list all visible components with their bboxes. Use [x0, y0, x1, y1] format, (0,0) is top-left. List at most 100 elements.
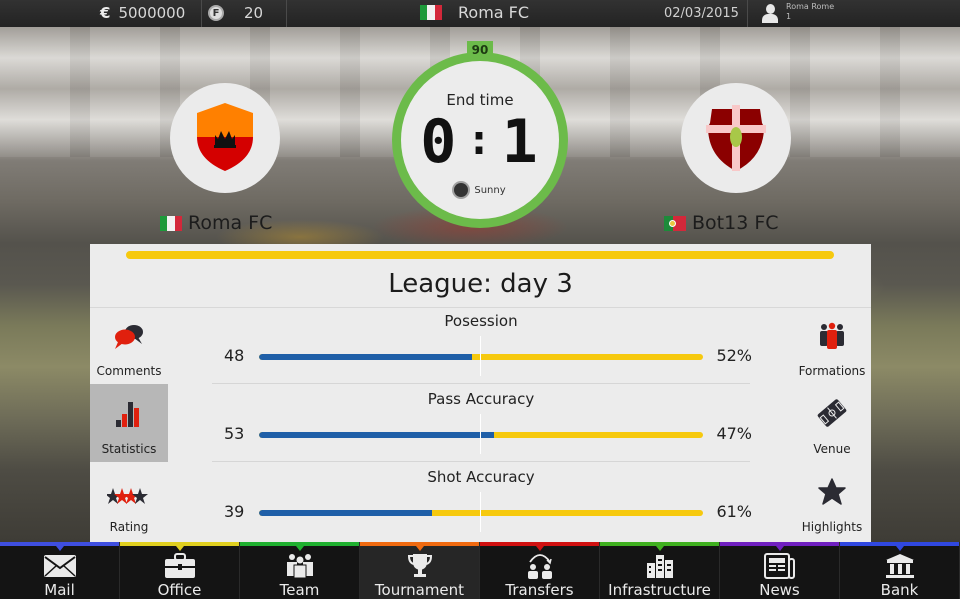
- trophy-icon: [402, 552, 438, 580]
- nav-item-infrastructure[interactable]: Infrastructure: [600, 542, 720, 599]
- fans-value: 20: [244, 4, 264, 22]
- stat-row: Shot Accuracy 39 61%: [212, 462, 752, 540]
- briefcase-icon: [162, 552, 198, 580]
- club-name: Roma FC: [458, 3, 530, 22]
- nav-item-mail[interactable]: Mail: [0, 542, 120, 599]
- nav-label: Infrastructure: [608, 581, 711, 599]
- nav-label: Office: [157, 581, 202, 599]
- stat-title: Shot Accuracy: [427, 468, 535, 486]
- divider: [201, 0, 202, 27]
- divider: [747, 0, 748, 27]
- stat-row: Posession 48 52%: [212, 306, 752, 384]
- portugal-flag-icon: [664, 215, 686, 231]
- stat-home-value: 53: [224, 424, 245, 443]
- user-name: Roma Rome: [786, 2, 835, 11]
- stat-midline: [480, 414, 481, 454]
- stat-bar-home-fill: [259, 510, 433, 516]
- score-separator: :: [466, 115, 494, 164]
- weather-label: Sunny: [474, 184, 506, 196]
- score: 0:1: [401, 107, 559, 177]
- nav-item-office[interactable]: Office: [120, 542, 240, 599]
- league-title: League: day 3: [388, 269, 573, 299]
- transfers-icon: [522, 552, 558, 580]
- buildings-icon: [642, 552, 678, 580]
- nav-item-transfers[interactable]: Transfers: [480, 542, 600, 599]
- nav-notch: [415, 546, 424, 551]
- pitch-icon: [817, 399, 847, 427]
- nav-label: News: [759, 581, 800, 599]
- nav-item-bank[interactable]: Bank: [840, 542, 960, 599]
- nav-label: Mail: [44, 581, 75, 599]
- stat-bar-home-fill: [259, 432, 495, 438]
- speech-bubbles-icon: [115, 325, 143, 349]
- stat-bar: [259, 354, 703, 360]
- newspaper-icon: [762, 552, 798, 580]
- nav-label: Tournament: [374, 581, 465, 599]
- players-icon: [820, 322, 844, 349]
- nav-item-news[interactable]: News: [720, 542, 840, 599]
- away-team-crest[interactable]: [681, 83, 791, 193]
- fans-coin-icon: F: [208, 5, 224, 21]
- stat-title: Posession: [444, 312, 518, 330]
- stat-away-value: 52%: [716, 346, 752, 365]
- bar-chart-icon: [116, 402, 139, 427]
- home-team-name: Roma FC: [160, 212, 272, 234]
- italy-flag-icon: [420, 5, 442, 20]
- stat-bar-home-fill: [259, 354, 473, 360]
- away-score: 1: [501, 107, 540, 177]
- bot13-shield-icon: [706, 105, 766, 171]
- bank-icon: [882, 552, 918, 580]
- stars-icon: [107, 488, 148, 504]
- match-minute: 90: [467, 41, 493, 59]
- sun-icon: [454, 183, 469, 197]
- menu-comments[interactable]: Comments: [90, 306, 168, 384]
- bottom-nav: Mail Office Team Tournament Transfers Infrast…: [0, 542, 960, 599]
- user-level: 1: [786, 12, 792, 21]
- menu-venue[interactable]: Venue: [793, 384, 871, 462]
- money-value: 5000000: [118, 4, 186, 22]
- roma-shield-icon: [197, 103, 253, 171]
- stat-away-value: 61%: [716, 502, 752, 521]
- italy-flag-icon: [160, 215, 182, 231]
- nav-item-team[interactable]: Team: [240, 542, 360, 599]
- match-panel: League: day 3 Comments Statistics Rating…: [90, 244, 871, 542]
- menu-highlights[interactable]: Highlights: [793, 462, 871, 540]
- nav-label: Bank: [880, 581, 919, 599]
- money-display: € 5000000: [100, 4, 185, 22]
- nav-notch: [535, 546, 544, 551]
- stat-home-value: 48: [224, 346, 245, 365]
- menu-rating[interactable]: Rating: [90, 462, 168, 540]
- team-icon: [282, 552, 318, 580]
- nav-notch: [655, 546, 664, 551]
- nav-notch: [295, 546, 304, 551]
- game-date: 02/03/2015: [664, 6, 739, 21]
- stat-midline: [480, 492, 481, 532]
- nav-notch: [895, 546, 904, 551]
- menu-formations[interactable]: Formations: [793, 306, 871, 384]
- match-clock: End time 0:1 Sunny: [392, 52, 568, 228]
- stat-away-value: 47%: [716, 424, 752, 443]
- progress-bar: [126, 251, 834, 259]
- nav-item-tournament[interactable]: Tournament: [360, 542, 480, 599]
- nav-label: Team: [279, 581, 320, 599]
- mail-icon: [42, 552, 78, 580]
- stat-row: Pass Accuracy 53 47%: [212, 384, 752, 462]
- divider: [286, 0, 287, 27]
- home-team-crest[interactable]: [170, 83, 280, 193]
- club-display[interactable]: Roma FC: [420, 3, 529, 22]
- top-bar: € 5000000 F 20 Roma FC 02/03/2015 Roma R…: [0, 0, 960, 27]
- stat-bar: [259, 432, 703, 438]
- home-score: 0: [420, 107, 459, 177]
- user-profile[interactable]: Roma Rome 1: [762, 2, 834, 24]
- stat-home-value: 39: [224, 502, 245, 521]
- nav-label: Transfers: [505, 581, 574, 599]
- euro-icon: €: [100, 4, 111, 22]
- menu-statistics[interactable]: Statistics: [90, 384, 168, 462]
- stat-midline: [480, 336, 481, 376]
- nav-notch: [55, 546, 64, 551]
- nav-notch: [175, 546, 184, 551]
- star-icon: [818, 478, 846, 505]
- away-team-name: Bot13 FC: [664, 212, 779, 234]
- stat-title: Pass Accuracy: [427, 390, 535, 408]
- stat-bar: [259, 510, 703, 516]
